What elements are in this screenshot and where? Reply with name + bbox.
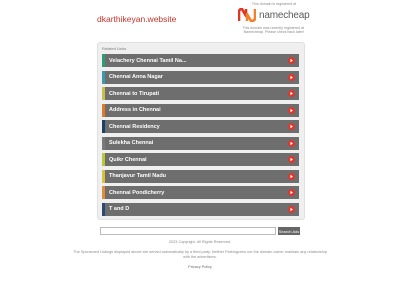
link-color-stripe	[102, 169, 105, 183]
copyright-text: 2023 Copyright. All Rights Reserved.	[168, 240, 232, 244]
related-link-label: Chennai to Tirupati	[109, 90, 160, 97]
arrow-right-icon	[288, 57, 295, 64]
link-color-stripe	[102, 136, 105, 150]
panel-title: Related Links	[102, 46, 127, 51]
link-color-stripe	[102, 120, 105, 134]
link-color-stripe	[102, 153, 105, 167]
related-link[interactable]: Address in Chennai	[102, 103, 299, 117]
arrow-right-icon	[288, 139, 295, 147]
related-link-label: Sulekha Chennai	[109, 140, 154, 147]
arrow-right-icon	[288, 106, 295, 114]
related-links-panel: Related Links Velachery Chennai Tamil Na…	[97, 42, 305, 220]
arrow-right-icon	[288, 172, 295, 180]
related-link-label: Chennai Anna Nagar	[109, 74, 163, 81]
related-link[interactable]: Quikr Chennai	[102, 153, 299, 167]
link-color-stripe	[102, 186, 105, 200]
search-bar: Search Ads	[100, 227, 300, 235]
arrow-right-icon	[288, 123, 295, 131]
related-link-label: Thanjavur Tamil Nadu	[109, 173, 167, 180]
related-link-label: T and D	[109, 206, 130, 213]
registered-note: This domain is registered at	[251, 2, 297, 6]
arrow-right-icon	[288, 156, 295, 164]
related-link-label: Address in Chennai	[109, 107, 161, 114]
link-color-stripe	[102, 103, 105, 117]
related-link[interactable]: Chennai to Tirupati	[102, 87, 299, 101]
registrar-notice: This domain was recently registered at N…	[242, 26, 304, 35]
disclaimer-text: The Sponsored Listings displayed above a…	[73, 250, 327, 259]
privacy-policy-row: Privacy Policy	[0, 265, 400, 269]
link-color-stripe	[102, 87, 105, 101]
domain-title: dkarthikeyan.website	[97, 14, 177, 24]
related-link[interactable]: Velachery Chennai Tamil Na...	[102, 54, 299, 67]
namecheap-logo[interactable]: namecheap	[238, 8, 310, 22]
related-link[interactable]: T and D	[102, 202, 299, 216]
related-link[interactable]: Chennai Pondicherry	[102, 186, 299, 200]
related-link[interactable]: Sulekha Chennai	[102, 136, 299, 150]
related-link[interactable]: Chennai Residency	[102, 120, 299, 134]
arrow-right-icon	[288, 205, 295, 213]
arrow-right-icon	[288, 90, 295, 98]
search-ads-button[interactable]: Search Ads	[278, 227, 300, 235]
related-link-label: Chennai Pondicherry	[109, 189, 165, 196]
related-link-label: Quikr Chennai	[109, 156, 147, 163]
link-color-stripe	[102, 202, 105, 216]
related-links-list: Velachery Chennai Tamil Na... Chennai Ann…	[102, 54, 299, 219]
privacy-policy-link[interactable]: Privacy Policy	[188, 265, 212, 269]
namecheap-n-icon	[238, 8, 256, 22]
search-input[interactable]	[100, 227, 276, 235]
related-link[interactable]: Chennai Anna Nagar	[102, 70, 299, 84]
namecheap-wordmark: namecheap	[259, 9, 310, 21]
arrow-right-icon	[288, 73, 295, 81]
link-color-stripe	[102, 70, 105, 84]
related-link-label: Chennai Residency	[109, 123, 160, 130]
arrow-right-icon	[288, 189, 295, 197]
link-color-stripe	[102, 54, 105, 67]
related-link[interactable]: Thanjavur Tamil Nadu	[102, 169, 299, 183]
related-link-label: Velachery Chennai Tamil Na...	[109, 57, 187, 64]
